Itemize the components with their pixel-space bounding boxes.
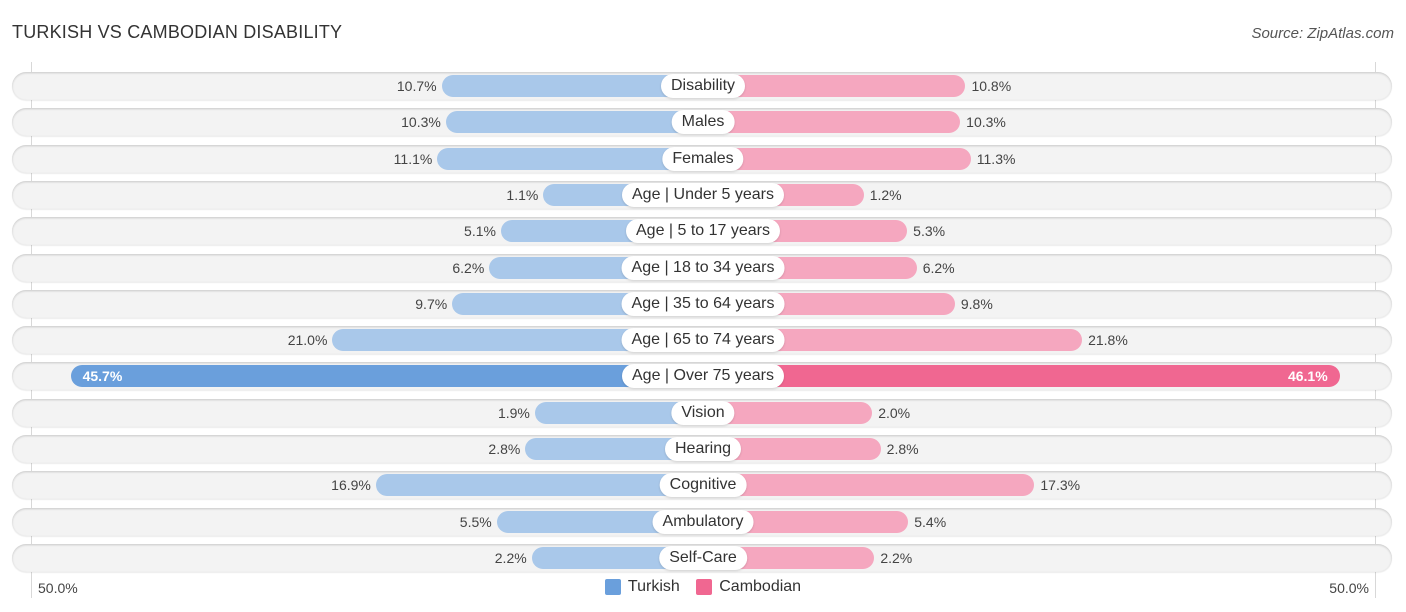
value-label-turkish: 10.3%	[401, 114, 441, 131]
legend-label-turkish: Turkish	[627, 578, 680, 595]
value-label-turkish: 11.1%	[393, 150, 433, 167]
value-label-cambodian: 17.3%	[1040, 477, 1081, 494]
value-label-cambodian: 1.2%	[869, 186, 902, 203]
turkish-swatch-icon	[604, 579, 621, 595]
category-label: Age | 35 to 64 years	[621, 291, 785, 316]
category-label: Age | 65 to 74 years	[621, 328, 785, 353]
category-label: Ambulatory	[652, 509, 754, 534]
category-label: Age | Over 75 years	[622, 364, 784, 389]
bar-turkish[interactable]	[375, 474, 703, 497]
category-label: Age | 18 to 34 years	[621, 255, 785, 280]
bar-cambodian[interactable]	[703, 474, 1035, 497]
value-label-turkish: 5.1%	[464, 223, 496, 240]
value-label-turkish: 21.0%	[287, 332, 328, 349]
value-label-turkish: 5.5%	[459, 513, 492, 530]
value-label-cambodian: 2.8%	[886, 441, 919, 457]
bar-cambodian[interactable]	[703, 365, 1340, 388]
value-label-cambodian: 2.0%	[878, 404, 911, 421]
value-label-cambodian: 10.8%	[971, 78, 1012, 94]
value-label-cambodian: 11.3%	[976, 150, 1016, 167]
bar-turkish[interactable]	[70, 365, 703, 388]
source-label: Source: ZipAtlas.com	[1251, 25, 1394, 42]
category-label: Hearing	[664, 437, 742, 461]
value-label-cambodian: 10.3%	[966, 114, 1006, 131]
value-label-turkish: 16.9%	[331, 477, 371, 494]
chart-title: TURKISH VS CAMBODIAN DISABILITY	[12, 22, 343, 42]
category-label: Females	[662, 146, 744, 171]
value-label-turkish: 1.1%	[506, 186, 539, 203]
value-label-turkish: 2.2%	[494, 549, 527, 566]
value-label-cambodian: 2.2%	[880, 549, 913, 566]
value-label-turkish: 2.8%	[488, 441, 521, 457]
value-label-cambodian: 9.8%	[960, 295, 993, 312]
category-label: Cognitive	[659, 473, 747, 498]
value-label-cambodian: 46.1%	[1287, 368, 1328, 385]
legend-item-cambodian[interactable]: Cambodian	[696, 578, 801, 596]
value-label-cambodian: 21.8%	[1088, 332, 1128, 349]
bar-cambodian[interactable]	[703, 111, 961, 134]
legend-label-cambodian: Cambodian	[719, 578, 802, 595]
category-label: Age | Under 5 years	[621, 182, 785, 207]
value-label-cambodian: 6.2%	[922, 259, 955, 276]
value-label-turkish: 1.9%	[497, 404, 530, 421]
legend: Turkish Cambodian	[0, 578, 1406, 600]
value-label-turkish: 6.2%	[452, 259, 485, 276]
value-label-turkish: 10.7%	[396, 78, 437, 94]
category-label: Age | 5 to 17 years	[625, 219, 781, 244]
value-label-turkish: 45.7%	[82, 368, 123, 385]
category-label: Males	[671, 110, 735, 135]
bar-turkish[interactable]	[445, 111, 703, 134]
value-label-cambodian: 5.4%	[914, 513, 947, 530]
category-label: Vision	[671, 400, 735, 425]
value-label-turkish: 9.7%	[415, 295, 448, 312]
legend-item-turkish[interactable]: Turkish	[604, 578, 680, 596]
value-label-cambodian: 5.3%	[913, 223, 946, 240]
category-label: Disability	[660, 74, 746, 98]
cambodian-swatch-icon	[696, 579, 713, 595]
category-label: Self-Care	[659, 545, 747, 570]
